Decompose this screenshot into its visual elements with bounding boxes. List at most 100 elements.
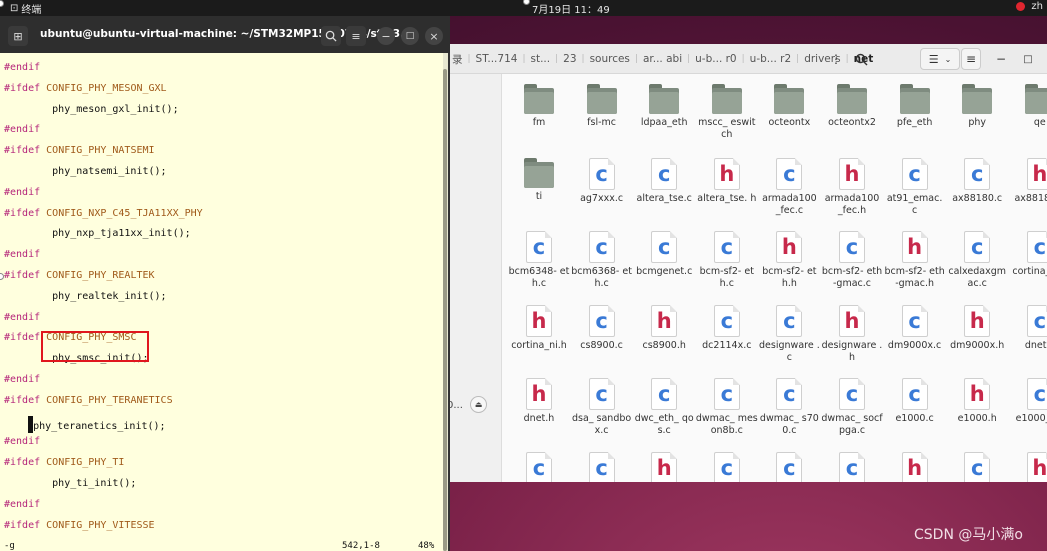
breadcrumb-item[interactable]: u-b... r2 [745,53,796,65]
file-manager-sidebar: 0... ⏏ [447,74,502,482]
file-item[interactable]: c calxedaxgm ac.c [946,231,1008,290]
file-item[interactable]: h [633,451,695,482]
file-item[interactable]: c [946,451,1008,482]
folder-icon [837,84,867,114]
folder-item[interactable]: octeontx2 [821,84,883,129]
file-item[interactable]: h cs8900.h [633,304,695,352]
more-options-icon[interactable]: ⋮ [829,48,843,70]
file-item[interactable]: c altera_tse.c [633,157,695,205]
file-item[interactable]: c dc2114x.c [696,304,758,352]
folder-item[interactable]: octeontx [758,84,820,129]
file-item[interactable]: h dm9000x.h [946,304,1008,352]
file-item[interactable]: c dwmac_ socfpga.c [821,378,883,437]
file-item[interactable]: h armada100 _fec.h [821,157,883,217]
file-item[interactable]: c dwmac_ s700.c [758,378,820,437]
folder-icon [711,84,742,114]
file-item[interactable]: h dnet.h [508,378,570,425]
c-source-file-icon: c [964,157,991,190]
search-button[interactable] [850,48,872,70]
file-name-label: bcm-sf2- eth.h [762,266,817,289]
folder-icon [774,84,805,114]
folder-item[interactable]: fm [508,84,570,129]
c-source-file-icon: c [526,451,552,482]
file-item[interactable]: c designware .c [758,304,820,364]
file-item[interactable]: c ax88180.c [946,157,1008,205]
file-item[interactable]: c bcm-sf2- eth-gmac.c [821,231,883,290]
eject-icon[interactable]: ⏏ [470,396,487,413]
maximize-button[interactable]: □ [1020,48,1036,70]
breadcrumb-item[interactable]: st... [525,53,555,65]
file-item[interactable]: h bcm-sf2- eth-gmac.h [884,231,946,290]
file-item[interactable]: h cortina_ni.h [508,304,570,352]
folder-item[interactable]: ldpaa_eth [633,84,695,129]
file-item[interactable]: c dwmac_ meson8b.c [696,378,758,437]
file-item[interactable]: c [571,451,633,482]
folder-item[interactable]: ti [508,157,570,203]
terminal-scrollbar-thumb[interactable] [443,69,447,551]
file-item[interactable]: h designware .h [821,304,883,364]
clock[interactable]: 7月19日 11：49 [532,1,610,16]
activities[interactable]: ⊡ 终端 [10,1,41,16]
folder-item[interactable]: qe [1009,84,1047,129]
code-line: phy_teranetics_init(); [4,415,166,433]
folder-item[interactable]: mscc_ eswitch [696,84,758,141]
breadcrumb-item[interactable]: u-b... r0 [690,53,741,65]
file-item[interactable]: c [821,451,883,482]
file-item[interactable]: c dm9000x.c [884,304,946,352]
c-source-file-icon: c [839,378,865,410]
c-header-file-icon: h [526,304,552,337]
file-item[interactable]: c cortina_ni.c [1009,231,1047,278]
file-item[interactable]: c dnet.c [1009,304,1047,352]
file-item[interactable]: h [884,451,946,482]
file-item[interactable]: c bcm6368- eth.c [571,231,633,290]
c-source-file-icon: c [776,378,803,410]
language-indicator[interactable]: zh [1031,1,1043,12]
new-tab-button[interactable]: ⊞ [8,26,28,46]
file-item[interactable]: c bcm6348- eth.c [508,231,570,290]
file-item[interactable]: c bcmgenet.c [633,231,695,278]
view-mode-button[interactable]: ☰ ⌄ [920,48,960,70]
file-manager-header: 录 | ST...714 | st... | 23 | sources | ar... abi | u-… [447,44,1047,74]
file-item[interactable]: c ag7xxx.c [571,157,633,205]
file-item[interactable]: c [508,451,570,482]
file-item[interactable]: h ax88180.h [1009,157,1047,205]
terminal-close-button[interactable]: × [425,27,443,45]
file-item[interactable]: h altera_tse. h [696,157,758,205]
folder-item[interactable]: phy [946,84,1008,129]
minimize-button[interactable]: − [993,48,1009,70]
terminal-menu-button[interactable]: ≡ [346,26,366,46]
file-name-label: calxedaxgm ac.c [948,266,1006,289]
terminal-search-button[interactable] [321,26,341,46]
code-line: #ifdef CONFIG_PHY_VITESSE [4,520,155,531]
file-item[interactable]: h [1009,451,1047,482]
file-name-label: dm9000x.h [950,339,1005,351]
terminal-maximize-button[interactable]: □ [401,27,419,45]
folder-item[interactable]: pfe_eth [884,84,946,129]
breadcrumb-item[interactable]: ar... abi [638,53,687,65]
file-item[interactable]: c cs8900.c [571,304,633,352]
file-item[interactable]: c armada100 _fec.c [758,157,820,217]
file-item[interactable]: c e1000_spi [1009,378,1047,425]
file-item[interactable]: h bcm-sf2- eth.h [758,231,820,290]
file-name-label: cortina_ni.c [1012,266,1047,277]
breadcrumb-item[interactable]: ST...714 [471,53,523,65]
file-item[interactable]: c [696,451,758,482]
vim-mode-text: -g [4,541,15,551]
file-item[interactable]: c dwc_eth_ qos.c [633,378,695,437]
file-item[interactable]: h e1000.h [946,378,1008,425]
file-item[interactable]: c e1000.c [884,378,946,425]
file-item[interactable]: c at91_emac. c [884,157,946,217]
breadcrumb-item[interactable]: sources [585,53,635,65]
file-item[interactable]: c [758,451,820,482]
vim-buffer[interactable]: #endif #ifdef CONFIG_PHY_MESON_GXL phy_me… [0,53,443,545]
menu-button[interactable]: ≡ [961,48,981,70]
terminal-minimize-button[interactable]: − [377,27,395,45]
code-line: #endif [4,186,41,198]
breadcrumb-item[interactable]: 23 [558,53,581,65]
vim-status-line: -g 542,1-8 48% [0,541,443,551]
file-item[interactable]: c dsa_ sandbox.c [571,378,633,437]
breadcrumb-item[interactable]: 录 [447,52,468,67]
file-item[interactable]: c bcm-sf2- eth.c [696,231,758,290]
folder-item[interactable]: fsl-mc [571,84,633,129]
code-line: phy_ti_init(); [4,478,137,489]
